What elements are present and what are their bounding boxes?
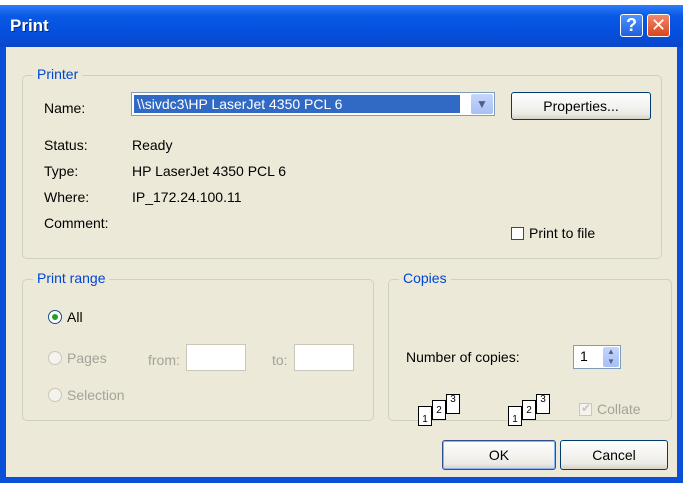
print-to-file-checkbox[interactable]	[511, 227, 524, 240]
dialog-title: Print	[10, 16, 49, 35]
copies-group-label: Copies	[399, 270, 451, 286]
page-3-icon: 3	[446, 394, 460, 414]
page-2-icon: 2	[432, 400, 446, 420]
page-2-icon: 2	[522, 400, 536, 420]
print-to-file-label[interactable]: Print to file	[529, 225, 595, 241]
number-of-copies-value: 1	[580, 348, 588, 364]
close-button[interactable]: ✕	[647, 14, 670, 37]
all-label[interactable]: All	[67, 309, 83, 325]
printer-name-value: \\sivdc3\HP LaserJet 4350 PCL 6	[134, 95, 460, 113]
type-label: Type:	[44, 163, 79, 179]
all-radio[interactable]	[48, 310, 62, 324]
number-of-copies-label: Number of copies:	[406, 349, 520, 365]
help-button[interactable]: ?	[620, 14, 643, 37]
page-1-icon: 1	[418, 406, 432, 426]
selection-radio[interactable]	[48, 388, 62, 402]
pages-radio[interactable]	[48, 351, 62, 365]
to-label: to:	[272, 352, 288, 368]
chevron-down-icon[interactable]: ▼	[471, 94, 493, 114]
from-label: from:	[148, 352, 180, 368]
name-label: Name:	[44, 100, 86, 116]
status-label: Status:	[44, 137, 88, 153]
page-3-icon: 3	[536, 394, 550, 414]
properties-button[interactable]: Properties...	[511, 92, 651, 120]
ok-button[interactable]: OK	[442, 440, 556, 470]
selection-label[interactable]: Selection	[67, 387, 125, 403]
cancel-button[interactable]: Cancel	[560, 440, 668, 470]
checkmark-icon: ✔	[581, 401, 592, 415]
spinner-arrows-icon[interactable]: ▲ ▼	[603, 347, 619, 367]
to-input[interactable]	[294, 344, 354, 371]
page-1-icon: 1	[508, 406, 522, 426]
printer-group-label: Printer	[33, 66, 83, 82]
printer-name-select[interactable]: \\sivdc3\HP LaserJet 4350 PCL 6 ▼	[131, 92, 495, 116]
title-bar[interactable]: Print ? ✕	[0, 5, 683, 47]
dialog-body: Printer Name: \\sivdc3\HP LaserJet 4350 …	[6, 47, 677, 477]
comment-label: Comment:	[44, 215, 109, 231]
collate-checkbox[interactable]: ✔	[579, 401, 592, 416]
print-range-group-label: Print range	[33, 270, 110, 286]
number-of-copies-stepper[interactable]: 1 ▲ ▼	[573, 345, 621, 369]
where-label: Where:	[44, 189, 90, 205]
status-value: Ready	[132, 137, 173, 153]
collate-label[interactable]: Collate	[597, 401, 641, 417]
where-value: IP_172.24.100.11	[132, 189, 242, 205]
print-dialog: Print ? ✕ Printer Name: \\sivdc3\HP Lase…	[0, 5, 683, 483]
pages-label[interactable]: Pages	[67, 350, 107, 366]
type-value: HP LaserJet 4350 PCL 6	[132, 163, 287, 179]
from-input[interactable]	[186, 344, 246, 371]
radio-selected-dot	[52, 314, 58, 320]
